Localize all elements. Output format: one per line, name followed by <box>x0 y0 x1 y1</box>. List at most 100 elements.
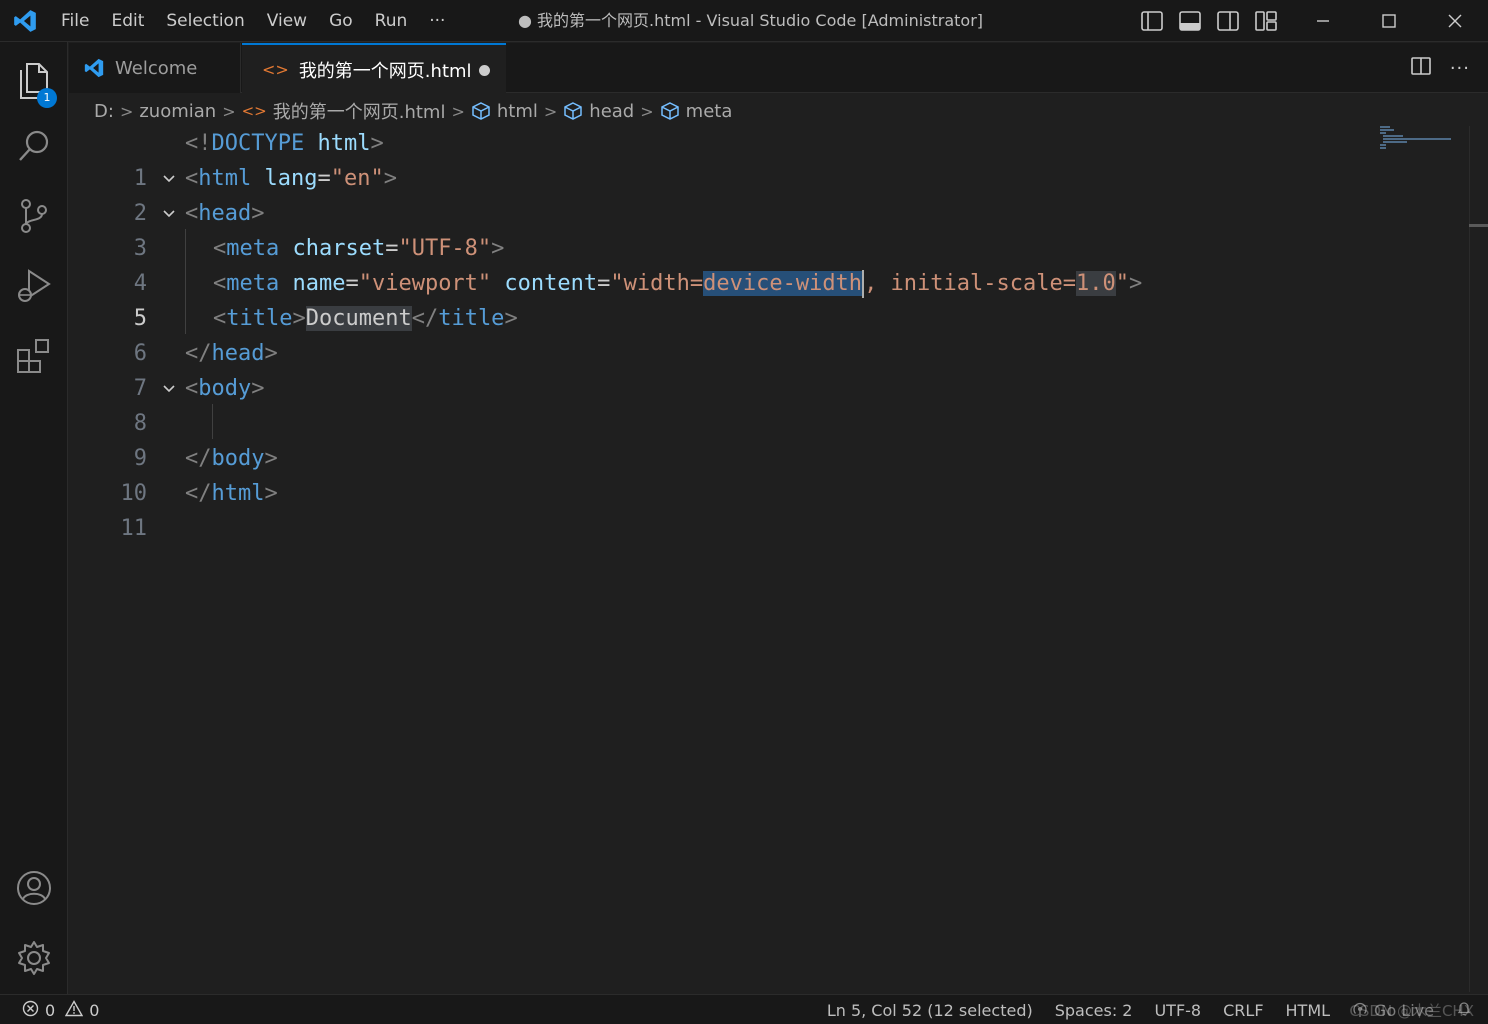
code-line[interactable]: 10 </body> <box>69 441 1369 506</box>
line-number: 11 <box>120 516 148 541</box>
token-punctuation: </ <box>185 481 212 506</box>
menu-run[interactable]: Run <box>364 0 419 42</box>
breadcrumb-drive[interactable]: D: <box>94 101 114 122</box>
code-line[interactable]: 9 <box>69 406 1369 471</box>
breadcrumb-symbol-html[interactable]: html <box>497 101 538 122</box>
token-punctuation: > <box>504 306 518 331</box>
token-punctuation: < <box>185 201 199 226</box>
code-line[interactable]: 2 <html lang="en"> <box>69 161 1369 226</box>
menu-go[interactable]: Go <box>318 0 364 42</box>
toggle-secondary-sidebar-icon[interactable] <box>1216 9 1240 33</box>
explorer-icon[interactable]: 1 <box>0 50 68 110</box>
minimap-line <box>1383 138 1451 140</box>
menu-more[interactable]: ··· <box>418 0 456 42</box>
menu-selection[interactable]: Selection <box>155 0 255 42</box>
tab-html-file-label: 我的第一个网页.html <box>298 60 472 82</box>
account-icon[interactable] <box>0 858 68 918</box>
warning-count: 0 <box>89 1000 100 1020</box>
watermark: CSDN @木兰CHX <box>1349 1002 1474 1020</box>
token-punctuation: > <box>491 236 505 261</box>
chevron-down-icon[interactable] <box>159 371 179 406</box>
breadcrumb: D: > zuomian > <> 我的第一个网页.html > html > … <box>94 96 732 126</box>
menu-edit[interactable]: Edit <box>100 0 155 42</box>
text-selection[interactable]: device-width <box>703 271 863 296</box>
indentation-setting[interactable]: Spaces: 2 <box>1044 1001 1144 1020</box>
token-punctuation: > <box>251 376 265 401</box>
token-punctuation: > <box>264 446 278 471</box>
more-actions-icon[interactable]: ··· <box>1450 58 1470 79</box>
status-bar: 0 0 Ln 5, Col 52 (12 selected) Spaces: 2… <box>0 994 1488 1024</box>
scrollbar-thumb[interactable] <box>1469 224 1488 227</box>
toggle-panel-icon[interactable] <box>1178 9 1202 33</box>
chevron-right-icon: > <box>451 101 465 121</box>
file-encoding[interactable]: UTF-8 <box>1143 1001 1212 1020</box>
token-punctuation: < <box>213 306 227 331</box>
toggle-primary-sidebar-icon[interactable] <box>1140 9 1164 33</box>
tab-bar: Welcome <> 我的第一个网页.html ··· <box>69 43 1488 94</box>
chevron-right-icon: > <box>640 101 654 121</box>
menu-file[interactable]: File <box>50 0 100 42</box>
chevron-down-icon[interactable] <box>159 196 179 231</box>
token-string: "en" <box>330 166 384 191</box>
token-punctuation: </ <box>185 446 212 471</box>
layout-controls <box>1140 0 1278 42</box>
token-punctuation: <! <box>185 131 212 156</box>
token-punctuation: > <box>251 201 265 226</box>
code-line-active[interactable]: 5 <meta name="viewport" content="width=d… <box>69 266 1369 331</box>
token-punctuation: > <box>383 166 397 191</box>
customize-layout-icon[interactable] <box>1254 9 1278 33</box>
run-debug-icon[interactable] <box>0 256 68 316</box>
vertical-scrollbar[interactable] <box>1469 126 1488 992</box>
code-line[interactable]: 4 <meta charset="UTF-8"> <box>69 231 1369 296</box>
code-line[interactable]: 6 <title>Document</title> <box>69 301 1369 366</box>
code-line[interactable]: 8 <body> <box>69 371 1369 436</box>
end-of-line[interactable]: CRLF <box>1212 1001 1274 1020</box>
breadcrumb-symbol-head[interactable]: head <box>589 101 634 122</box>
minimap-line <box>1380 132 1386 134</box>
extensions-icon[interactable] <box>0 326 68 386</box>
token-punctuation: </ <box>411 306 439 331</box>
minimap-line <box>1380 144 1386 146</box>
close-icon[interactable] <box>1422 0 1488 42</box>
split-editor-icon[interactable] <box>1410 56 1432 80</box>
code-editor[interactable]: 1 <!DOCTYPE html> 2 <html lang="en"> 3 <… <box>69 126 1469 992</box>
tab-html-file[interactable]: <> 我的第一个网页.html <box>242 43 506 94</box>
cursor-position[interactable]: Ln 5, Col 52 (12 selected) <box>816 1001 1044 1020</box>
menu-bar: File Edit Selection View Go Run ··· <box>50 0 456 42</box>
code-line[interactable]: 7 </head> <box>69 336 1369 401</box>
minimap[interactable] <box>1378 126 1458 156</box>
token-attribute: content <box>491 271 598 296</box>
warning-triangle-icon <box>64 999 84 1021</box>
token-tag: title <box>438 306 505 331</box>
problems-indicator[interactable]: 0 0 <box>22 995 99 1024</box>
breadcrumb-symbol-meta[interactable]: meta <box>686 101 733 122</box>
breadcrumb-folder[interactable]: zuomian <box>139 101 216 122</box>
window-title: ● 我的第一个网页.html - Visual Studio Code [Adm… <box>518 11 984 30</box>
code-line[interactable]: 3 <head> <box>69 196 1369 261</box>
token-tag: meta <box>226 236 280 261</box>
source-control-icon[interactable] <box>0 186 68 246</box>
settings-gear-icon[interactable] <box>0 928 68 988</box>
menu-view[interactable]: View <box>256 0 318 42</box>
minimize-icon[interactable] <box>1290 0 1356 42</box>
breadcrumb-file[interactable]: 我的第一个网页.html <box>273 98 446 124</box>
token-operator: = <box>385 236 399 261</box>
language-mode[interactable]: HTML <box>1275 1001 1342 1020</box>
activity-bar: 1 <box>0 42 68 994</box>
chevron-down-icon[interactable] <box>159 161 179 196</box>
token-operator: = <box>317 166 331 191</box>
search-icon[interactable] <box>0 116 68 176</box>
vscode-tab-icon <box>83 57 105 79</box>
token-attribute: name <box>279 271 346 296</box>
chevron-right-icon: > <box>119 101 134 121</box>
token-tag: body <box>211 446 265 471</box>
token-string: " <box>1115 271 1129 296</box>
token-tag: html <box>198 166 252 191</box>
tab-welcome[interactable]: Welcome <box>69 43 241 93</box>
unsaved-dot-icon[interactable] <box>479 65 490 76</box>
token-tag: head <box>198 201 252 226</box>
maximize-icon[interactable] <box>1356 0 1422 42</box>
code-line[interactable]: 1 <!DOCTYPE html> <box>69 126 1369 191</box>
token-tag: title <box>226 306 293 331</box>
code-line[interactable]: 11 </html> <box>69 476 1369 541</box>
